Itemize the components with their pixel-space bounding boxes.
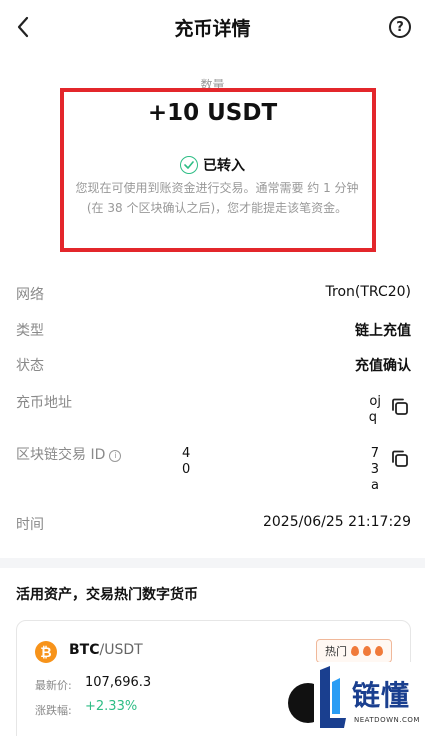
address-label: 充币地址 xyxy=(16,395,72,411)
txid-label: 区块链交易 ID i xyxy=(16,444,122,464)
watermark: 链懂 NEATDOWN.COM xyxy=(314,662,425,736)
page-title: 充币详情 xyxy=(174,18,251,40)
detail-row-status: 状态 充值确认 xyxy=(16,355,411,379)
detail-row-address: 充币地址 oj q xyxy=(16,392,411,432)
watermark-domain: NEATDOWN.COM xyxy=(354,716,420,724)
txid-fragment-2: 0 xyxy=(182,462,191,477)
type-label: 类型 xyxy=(16,323,44,339)
price-value: 107,696.3 xyxy=(85,675,152,690)
section-divider xyxy=(0,558,425,568)
hot-label: 热门 xyxy=(325,645,347,658)
check-circle-icon xyxy=(180,156,198,174)
address-fragment-1: oj xyxy=(369,394,381,409)
top-bar: 充币详情 ? xyxy=(0,0,425,54)
copy-address-button[interactable] xyxy=(389,396,411,418)
address-fragment-2: q xyxy=(368,410,377,425)
help-icon[interactable]: ? xyxy=(389,16,411,38)
flame-icon xyxy=(351,646,359,656)
network-label: 网络 xyxy=(16,287,44,303)
detail-row-network: 网络 Tron(TRC20) xyxy=(16,284,411,308)
promo-section-title: 活用资产，交易热门数字货币 xyxy=(16,587,198,603)
deposit-amount: +10 USDT xyxy=(147,100,278,126)
deposit-status: 已转入 xyxy=(0,155,425,175)
txid-tail-2: 3 xyxy=(370,462,379,477)
copy-txid-button[interactable] xyxy=(389,448,411,470)
time-value: 2025/06/25 21:17:29 xyxy=(262,514,411,530)
flame-icon xyxy=(375,646,383,656)
flame-icon xyxy=(363,646,371,656)
change-value: +2.33% xyxy=(85,699,138,714)
price-label: 最新价: xyxy=(35,679,72,692)
watermark-brand: 链懂 xyxy=(352,679,411,712)
state-label: 状态 xyxy=(16,358,44,374)
type-value: 链上充值 xyxy=(355,323,411,339)
watermark-logo-icon xyxy=(320,666,346,728)
detail-row-txid: 区块链交易 ID i 4 0 7 3 a xyxy=(16,444,411,500)
trading-pair: BTC/USDT xyxy=(69,642,143,658)
time-label: 时间 xyxy=(16,517,44,533)
copy-icon xyxy=(392,398,408,415)
info-icon[interactable]: i xyxy=(109,450,122,462)
detail-row-time: 时间 2025/06/25 21:17:29 xyxy=(16,514,411,538)
network-value: Tron(TRC20) xyxy=(325,284,411,300)
copy-icon xyxy=(392,450,408,467)
txid-tail-3: a xyxy=(371,478,379,493)
txid-fragment-1: 4 xyxy=(182,446,191,461)
change-label: 涨跌幅: xyxy=(35,704,72,717)
hot-badge: 热门 xyxy=(316,639,392,663)
state-value: 充值确认 xyxy=(355,358,411,374)
status-text: 已转入 xyxy=(203,158,245,174)
txid-tail-1: 7 xyxy=(370,446,379,461)
pair-quote: /USDT xyxy=(99,642,143,658)
status-description: 您现在可使用到账资金进行交易。通常需要 约 1 分钟 (在 38 个区块确认之后… xyxy=(75,181,359,215)
pair-base: BTC xyxy=(69,642,100,658)
bitcoin-icon: ₿ xyxy=(35,641,57,663)
detail-row-type: 类型 链上充值 xyxy=(16,320,411,344)
